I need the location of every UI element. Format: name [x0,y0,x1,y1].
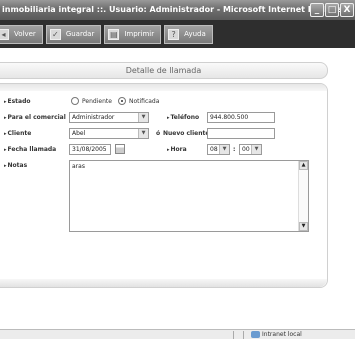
window-title-bar: inmobiliaria integral ::. Usuario: Admin… [0,0,355,20]
save-button-label: Guardar [65,30,95,38]
comercial-value: Administrador [72,114,115,121]
calendar-icon[interactable] [115,144,125,154]
notas-textarea[interactable]: aras ▲ ▼ [69,160,309,232]
chevron-down-icon: ▼ [219,145,229,154]
back-button-label: Volver [14,30,36,38]
panel-top-bar [0,84,327,91]
chevron-down-icon: ▼ [138,113,148,122]
fecha-value: 31/08/2005 [72,146,107,153]
estado-option-pendiente: Pendiente [82,98,112,105]
hora-label: Hora [167,146,187,153]
nuevo-cliente-label: Nuevo cliente [163,130,210,137]
intranet-zone-icon [251,331,260,338]
hora-select[interactable]: 08 ▼ [207,144,230,155]
section-title: Detalle de llamada [125,66,202,75]
status-divider [233,331,234,339]
cliente-label: Cliente [4,130,32,137]
back-arrow-icon: ◂ [0,28,9,40]
notas-value: aras [72,163,85,170]
estado-radio-pendiente[interactable] [71,97,79,105]
minuto-value: 00 [242,146,250,153]
or-text: ó [156,130,161,137]
toolbar: ◂ Volver ✓ Guardar ▤ Imprimir ? Ayuda [0,20,355,48]
notas-label: Notas [4,162,28,169]
comercial-select[interactable]: Administrador ▼ [69,112,149,123]
back-button[interactable]: ◂ Volver [0,24,43,44]
window-controls: _ □ X [310,3,354,17]
estado-option-notificada: Notificada [129,98,160,105]
call-detail-panel: Estado Pendiente Notificada Para el come… [0,83,328,288]
window-title: inmobiliaria integral ::. Usuario: Admin… [2,5,346,14]
page-content: Detalle de llamada Estado Pendiente Noti… [0,48,355,329]
hora-value: 08 [210,146,218,153]
help-icon: ? [168,28,180,40]
status-divider [243,331,244,339]
print-button-label: Imprimir [124,30,155,38]
save-button[interactable]: ✓ Guardar [45,24,102,44]
status-bar: Intranet local [0,329,355,339]
scroll-down-icon[interactable]: ▼ [299,222,308,231]
telefono-label: Teléfono [167,114,200,121]
comercial-label: Para el comercial [4,114,66,121]
chevron-down-icon: ▼ [251,145,261,154]
scroll-up-icon[interactable]: ▲ [299,161,308,170]
telefono-value: 944.800.500 [210,114,249,121]
panel-bottom-bar [0,279,327,287]
section-header: Detalle de llamada [0,62,328,79]
minuto-select[interactable]: 00 ▼ [239,144,262,155]
nuevo-cliente-input[interactable] [207,128,275,139]
print-button[interactable]: ▤ Imprimir [104,24,162,44]
save-check-icon: ✓ [49,28,61,40]
cliente-value: Abel [72,130,86,137]
telefono-input[interactable]: 944.800.500 [207,112,275,123]
notas-scrollbar[interactable]: ▲ ▼ [298,161,308,231]
close-button[interactable]: X [340,3,354,17]
minimize-button[interactable]: _ [310,3,324,17]
fecha-label: Fecha llamada [4,146,57,153]
estado-radio-notificada[interactable] [118,97,126,105]
cliente-select[interactable]: Abel ▼ [69,128,149,139]
time-separator: : [233,146,236,153]
chevron-down-icon: ▼ [138,129,148,138]
zone-label: Intranet local [262,331,302,338]
maximize-button[interactable]: □ [325,3,339,17]
printer-icon: ▤ [108,28,120,40]
help-button[interactable]: ? Ayuda [164,24,213,44]
fecha-input[interactable]: 31/08/2005 [69,144,111,155]
estado-label: Estado [4,98,31,105]
help-button-label: Ayuda [184,30,206,38]
